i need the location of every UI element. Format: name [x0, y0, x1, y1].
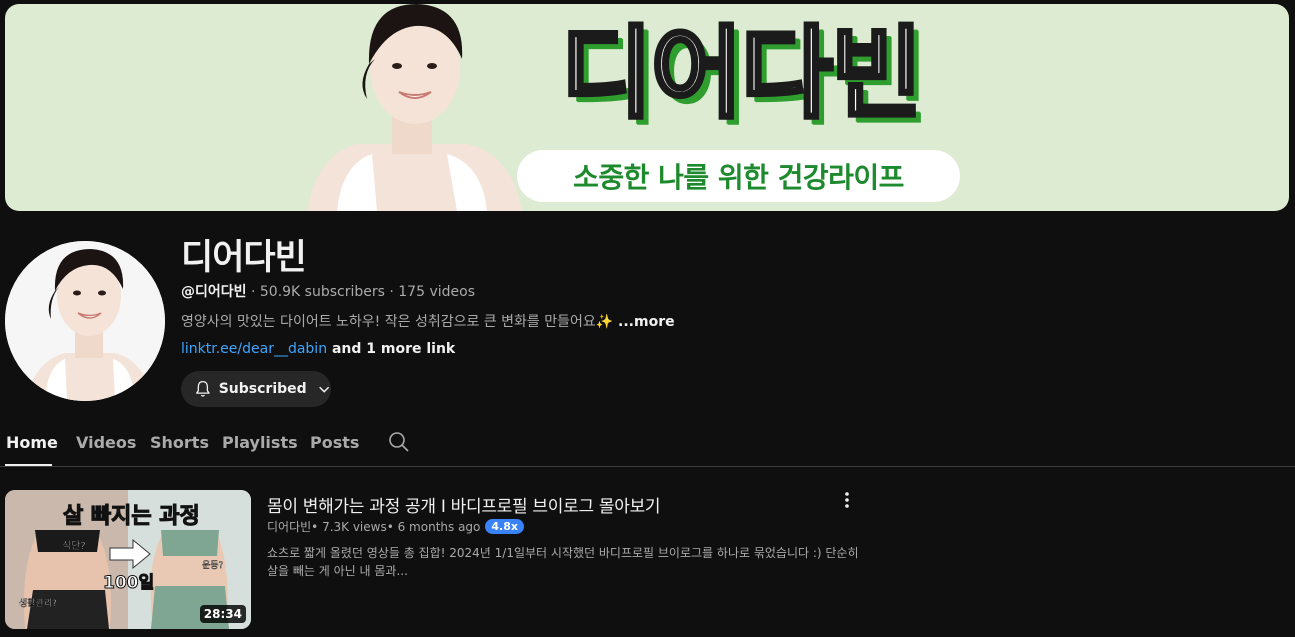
banner-title: 디어다빈	[559, 13, 925, 134]
channel-avatar[interactable]	[5, 241, 165, 401]
thumbnail-label-exercise: 운동?	[202, 560, 224, 571]
video-meta: 디어다빈 • 7.3K views • 6 months ago 4.8x	[267, 518, 524, 535]
channel-name: 디어다빈	[181, 238, 307, 278]
more-links-button[interactable]: and 1 more link	[327, 341, 455, 357]
channel-banner: 디어다빈 소중한 나를 위한 건강라이프	[5, 4, 1289, 211]
channel-handle: @디어다빈	[181, 284, 247, 300]
channel-stats: · 50.9K subscribers · 175 videos	[246, 284, 475, 300]
banner-tagline: 소중한 나를 위한 건강라이프	[517, 150, 960, 202]
more-link[interactable]: ...more	[613, 314, 675, 330]
tab-videos[interactable]: Videos	[76, 433, 136, 452]
video-views: • 7.3K views	[311, 519, 387, 534]
video-title[interactable]: 몸이 변해가는 과정 공개 I 바디프로필 브이로그 몰아보기	[267, 492, 661, 517]
channel-links: linktr.ee/dear__dabin and 1 more link	[181, 341, 455, 357]
thumbnail-label-care: 생활관리?	[19, 597, 57, 609]
subscribed-button[interactable]: Subscribed	[181, 371, 331, 407]
avatar-image	[5, 241, 165, 401]
video-description: 쇼츠로 짧게 올렸던 영상들 총 집합! 2024년 1/1일부터 시작했던 바…	[267, 546, 859, 578]
description-text: 영양사의 맛있는 다이어트 노하우! 작은 성취감으로 큰 변화를 만들어요✨	[181, 314, 614, 330]
channel-tabs: Home Videos Shorts Playlists Posts	[0, 420, 1295, 467]
video-channel[interactable]: 디어다빈	[267, 518, 311, 535]
tab-playlists[interactable]: Playlists	[222, 433, 298, 452]
banner-person-image	[307, 4, 522, 211]
video-duration: 28:34	[199, 605, 246, 623]
channel-description[interactable]: 영양사의 맛있는 다이어트 노하우! 작은 성취감으로 큰 변화를 만들어요✨ …	[181, 311, 675, 331]
subscribed-label: Subscribed	[218, 381, 307, 397]
chevron-down-icon	[318, 386, 329, 393]
tab-shorts[interactable]: Shorts	[150, 433, 209, 452]
external-link[interactable]: linktr.ee/dear__dabin	[181, 341, 327, 357]
video-age: • 6 months ago	[386, 519, 481, 534]
thumbnail-label-diet: 식단?	[62, 540, 86, 552]
thumbnail-headline: 살 빠지는 과정	[63, 504, 200, 529]
tab-posts[interactable]: Posts	[310, 433, 359, 452]
bell-icon	[196, 380, 210, 397]
active-tab-indicator	[5, 464, 52, 466]
channel-meta: @디어다빈 · 50.9K subscribers · 175 videos	[181, 281, 475, 301]
more-vert-icon[interactable]	[838, 490, 856, 510]
search-icon[interactable]	[388, 431, 410, 453]
video-thumbnail[interactable]: 살 빠지는 과정 식단? 100일 운동? 생활관리? 28:34	[5, 490, 251, 629]
tab-home[interactable]: Home	[6, 433, 58, 452]
thumbnail-label-days: 100일	[103, 573, 154, 593]
performance-badge: 4.8x	[485, 519, 524, 534]
